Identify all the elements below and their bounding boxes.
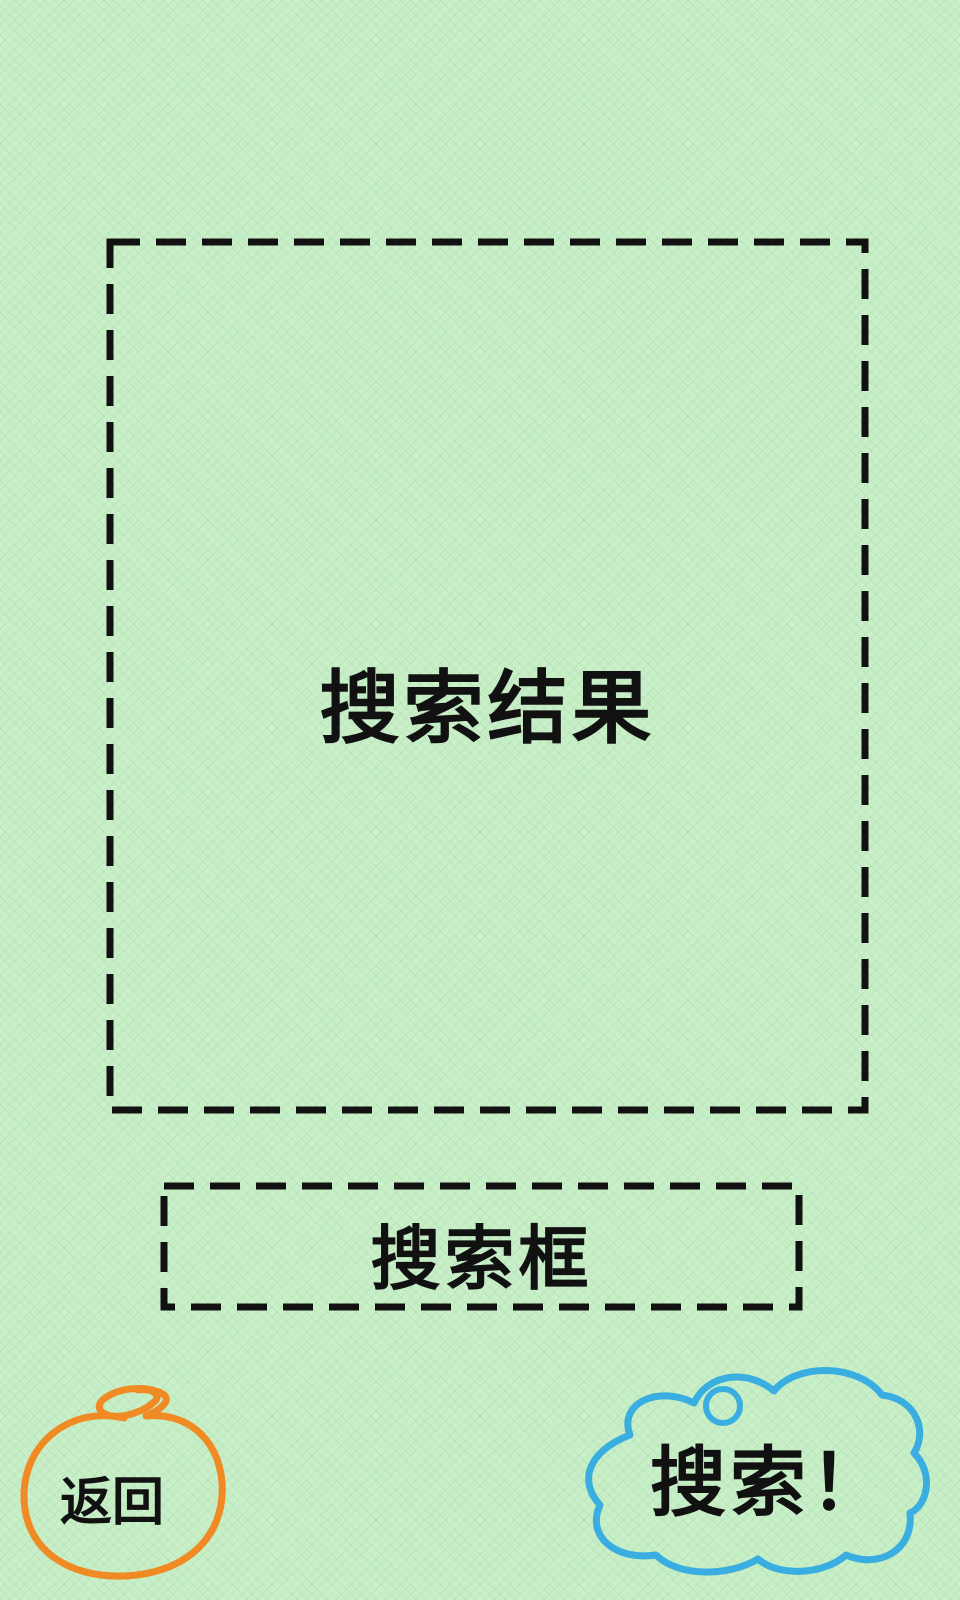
search-button-label: 搜索！ [650,1438,890,1527]
search-input[interactable]: 搜索框 [160,1182,803,1311]
back-button-label: 返回 [60,1473,165,1533]
search-button[interactable]: 搜索！ [578,1355,934,1581]
search-results-area: 搜索结果 [106,238,869,1114]
search-box-placeholder-label: 搜索框 [370,1218,593,1300]
back-button[interactable]: 返回 [14,1378,232,1588]
search-results-placeholder-label: 搜索结果 [319,662,656,755]
